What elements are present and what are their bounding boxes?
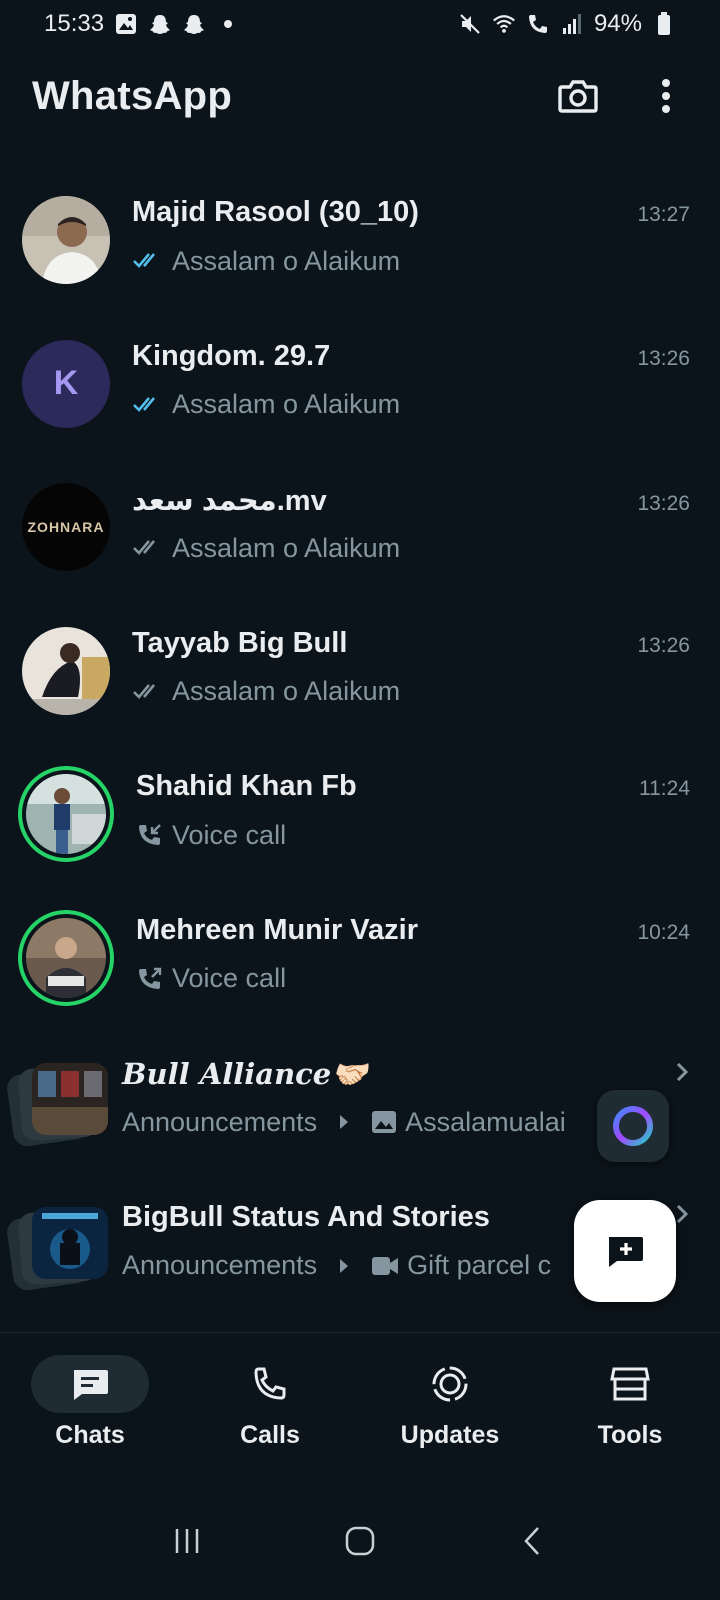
- chat-item[interactable]: Majid Rasool (30_10) 13:27 Assalam o Ala…: [0, 180, 720, 324]
- chat-item[interactable]: Shahid Khan Fb 11:24 Voice call: [0, 754, 720, 898]
- chat-preview: Voice call: [172, 819, 287, 850]
- chat-preview: Voice call: [172, 963, 287, 993]
- back-icon: [522, 1525, 544, 1557]
- avatar[interactable]: [22, 626, 110, 715]
- avatar-status-ring[interactable]: [18, 909, 114, 1006]
- chat-preview: Assalam o Alaikum: [172, 245, 401, 276]
- chevron-right-icon[interactable]: [674, 1202, 690, 1226]
- app-bar: WhatsApp: [0, 60, 720, 132]
- chat-time: 13:26: [637, 492, 690, 515]
- community-avatar-stack[interactable]: [5, 1057, 110, 1148]
- community-name: Bull Alliance🤝🏻: [122, 1057, 368, 1091]
- updates-icon: [430, 1364, 470, 1404]
- chat-name: Shahid Khan Fb: [136, 770, 357, 802]
- chat-time: 10:24: [637, 920, 690, 944]
- incoming-call-icon: [136, 821, 164, 849]
- mute-icon: [458, 12, 482, 36]
- avatar[interactable]: ZOHNARA: [22, 483, 110, 571]
- community-group-name: Announcements: [122, 1250, 318, 1280]
- chat-time: 13:26: [637, 633, 690, 657]
- recent-apps-button[interactable]: [157, 1511, 217, 1571]
- avatar-letter: K: [53, 364, 79, 402]
- signal-icon: [560, 12, 584, 36]
- tab-label: Chats: [55, 1421, 125, 1449]
- video-icon: [371, 1255, 399, 1277]
- chat-item[interactable]: K Kingdom. 29.7 13:26 Assalam o Alaikum: [0, 324, 720, 468]
- chat-list: Majid Rasool (30_10) 13:27 Assalam o Ala…: [0, 180, 720, 1360]
- chat-name: محمد سعد.mv: [132, 485, 327, 517]
- meta-ai-button[interactable]: [597, 1090, 669, 1162]
- avatar-logo-text: ZOHNARA: [27, 519, 105, 535]
- chevron-right-icon[interactable]: [674, 1060, 690, 1084]
- chat-preview: Assalam o Alaikum: [172, 532, 401, 563]
- chat-name: Kingdom. 29.7: [132, 339, 331, 372]
- chat-name: Mehreen Munir Vazir: [136, 913, 419, 946]
- community-preview: Assalamualai: [405, 1106, 566, 1137]
- home-button[interactable]: [330, 1511, 390, 1571]
- tab-label: Updates: [400, 1421, 500, 1449]
- store-icon: [610, 1365, 650, 1403]
- chat-preview: Assalam o Alaikum: [172, 676, 401, 706]
- chat-item[interactable]: ZOHNARA محمد سعد.mv 13:26 Assalam o Alai…: [0, 467, 720, 611]
- tab-label: Calls: [240, 1421, 300, 1449]
- wifi-calling-icon: [492, 12, 516, 36]
- tab-calls[interactable]: Calls: [190, 1355, 350, 1482]
- read-ticks-icon: [132, 394, 164, 416]
- chat-time: 11:24: [639, 777, 690, 800]
- notification-dot-icon: [216, 12, 240, 36]
- avatar[interactable]: K: [22, 339, 110, 428]
- read-ticks-icon: [132, 250, 164, 272]
- community-name: BigBull Status And Stories: [122, 1200, 490, 1233]
- delivered-ticks-icon: [132, 537, 164, 559]
- chat-name: Majid Rasool (30_10): [132, 196, 419, 228]
- chat-time: 13:26: [637, 346, 690, 370]
- image-icon: [371, 1110, 397, 1134]
- battery-percent: 94%: [593, 10, 642, 37]
- status-time: 15:33: [44, 10, 105, 37]
- tab-label: Tools: [597, 1421, 663, 1449]
- new-chat-button[interactable]: [574, 1200, 676, 1302]
- snapchat-notification-icon-2: [182, 12, 206, 36]
- new-chat-icon: [605, 1233, 645, 1269]
- chats-icon: [70, 1366, 110, 1402]
- community-group-name: Announcements: [122, 1106, 318, 1137]
- gallery-notification-icon: [114, 12, 138, 36]
- battery-icon: [652, 12, 676, 36]
- delivered-ticks-icon: [132, 681, 164, 703]
- chat-preview: Assalam o Alaikum: [172, 389, 401, 419]
- home-icon: [344, 1525, 376, 1557]
- tab-updates[interactable]: Updates: [370, 1355, 530, 1482]
- meta-ai-icon: [609, 1102, 657, 1150]
- tab-tools[interactable]: Tools: [550, 1355, 710, 1482]
- camera-icon[interactable]: [556, 74, 600, 118]
- status-bar: 15:33 94%: [0, 0, 720, 48]
- chat-name: Tayyab Big Bull: [132, 626, 348, 659]
- caret-right-icon: [339, 1114, 349, 1130]
- recent-apps-icon: [172, 1526, 202, 1556]
- tab-chats[interactable]: Chats: [10, 1355, 170, 1482]
- chat-time: 13:27: [637, 203, 690, 226]
- avatar[interactable]: [22, 196, 110, 284]
- chat-item[interactable]: Mehreen Munir Vazir 10:24 Voice call: [0, 898, 720, 1042]
- bottom-navigation: Chats Calls Updates Tools: [0, 1332, 720, 1482]
- phone-icon: [251, 1365, 289, 1403]
- avatar-status-ring[interactable]: [18, 766, 114, 862]
- more-options-icon[interactable]: [644, 74, 688, 118]
- outgoing-call-icon: [136, 965, 164, 993]
- app-title: WhatsApp: [32, 73, 233, 118]
- caret-right-icon: [339, 1258, 349, 1274]
- community-preview: Gift parcel c: [407, 1250, 552, 1280]
- volte-call-icon: [526, 12, 550, 36]
- back-button[interactable]: [503, 1511, 563, 1571]
- chat-item[interactable]: Tayyab Big Bull 13:26 Assalam o Alaikum: [0, 611, 720, 755]
- community-avatar-stack[interactable]: [5, 1201, 110, 1292]
- system-navigation-bar: [0, 1482, 720, 1600]
- snapchat-notification-icon: [148, 12, 172, 36]
